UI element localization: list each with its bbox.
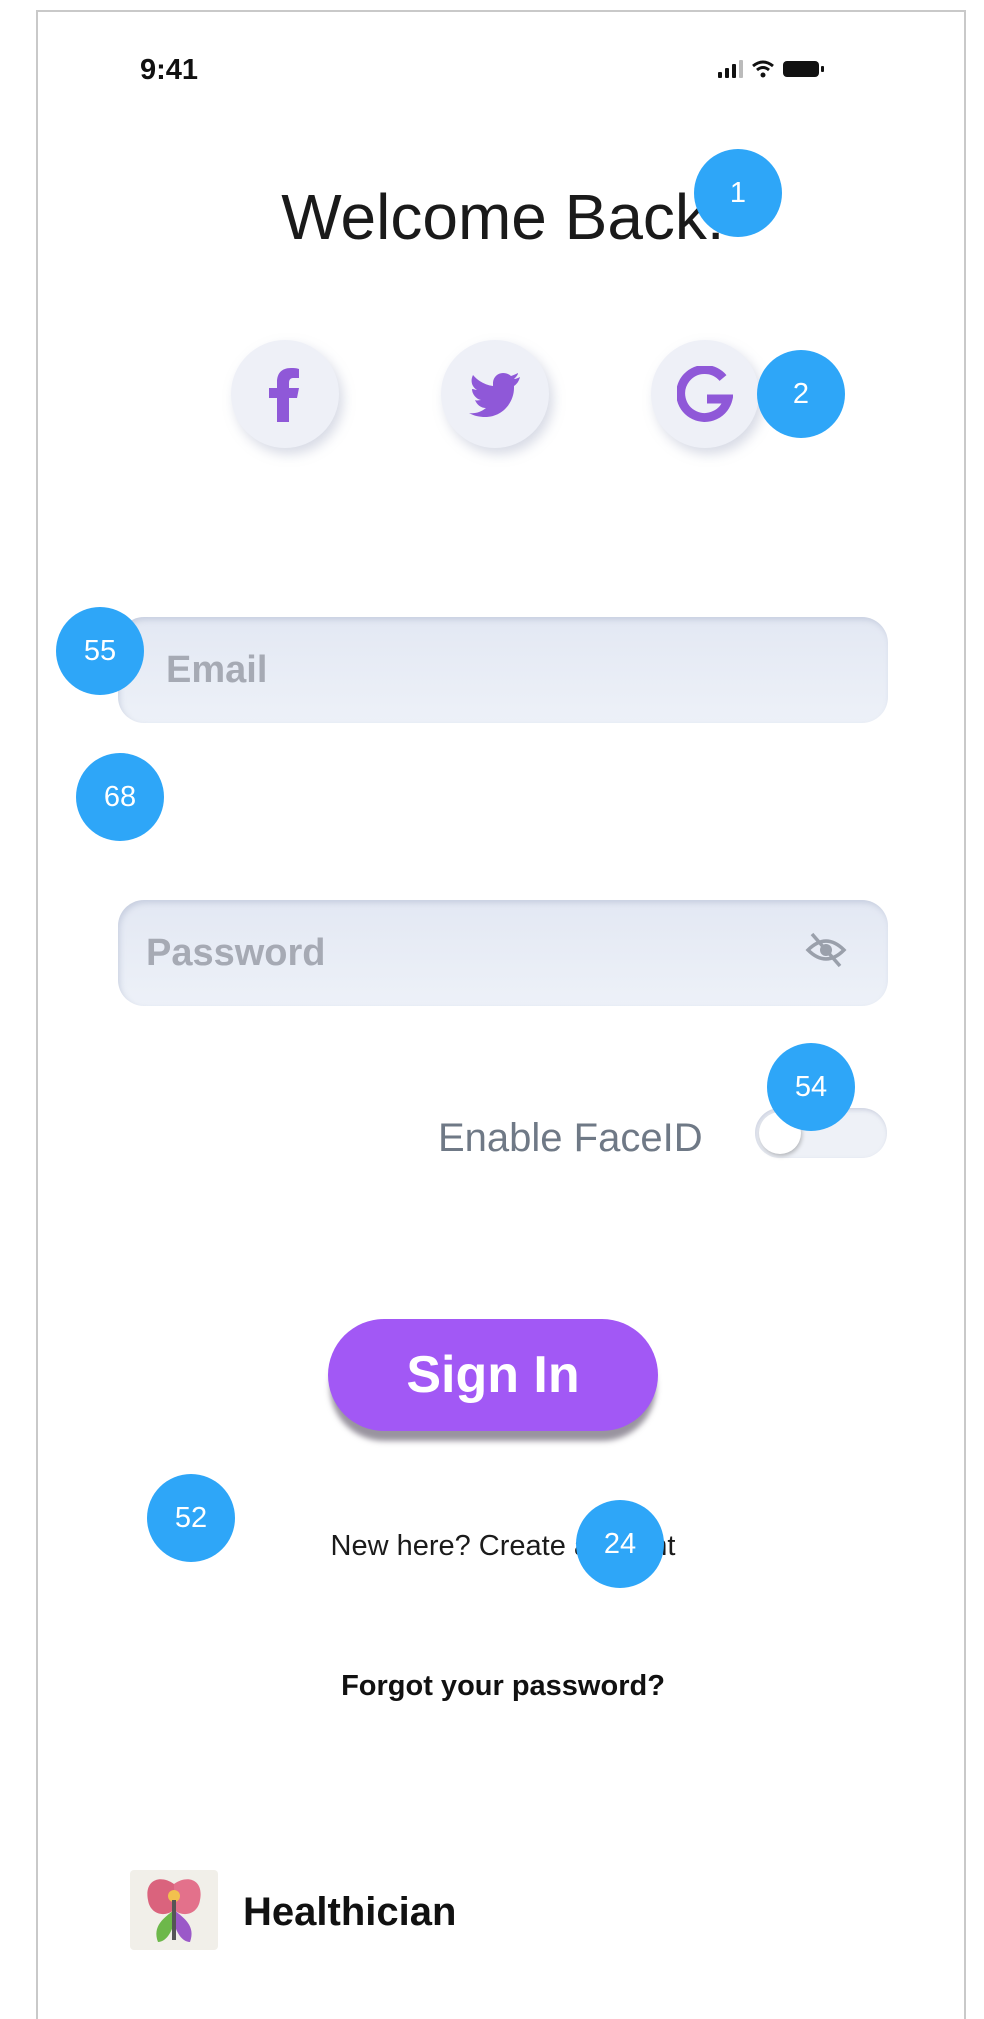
wifi-icon bbox=[752, 60, 774, 78]
annotation-badge: 1 bbox=[694, 149, 782, 237]
annotation-badge: 2 bbox=[757, 350, 845, 438]
page-title: Welcome Back! bbox=[281, 181, 725, 253]
eye-off-icon[interactable] bbox=[804, 930, 848, 970]
status-icons bbox=[718, 60, 824, 78]
signal-icon bbox=[718, 60, 743, 78]
facebook-icon bbox=[269, 368, 299, 422]
password-field[interactable] bbox=[118, 900, 888, 1006]
password-input[interactable] bbox=[118, 900, 888, 1006]
annotation-badge: 68 bbox=[76, 753, 164, 841]
healthician-logo bbox=[130, 1870, 218, 1950]
annotation-badge: 24 bbox=[576, 1500, 664, 1588]
phone-screen: 9:41 Welcome Back! Email Enable FaceID S… bbox=[36, 10, 966, 2019]
annotation-badge: 54 bbox=[767, 1043, 855, 1131]
google-icon bbox=[677, 366, 733, 422]
battery-icon bbox=[783, 61, 824, 77]
faceid-label: Enable FaceID bbox=[438, 1116, 703, 1160]
twitter-icon bbox=[469, 373, 520, 417]
status-time: 9:41 bbox=[140, 54, 199, 86]
annotation-badge: 52 bbox=[147, 1474, 235, 1562]
email-field[interactable] bbox=[118, 617, 888, 723]
forgot-password-link[interactable]: Forgot your password? bbox=[38, 1670, 968, 1703]
twitter-login-button[interactable] bbox=[441, 340, 549, 448]
sign-in-button[interactable]: Sign In bbox=[328, 1319, 658, 1431]
brand-name: Healthician bbox=[243, 1890, 457, 1934]
annotation-badge: 55 bbox=[56, 607, 144, 695]
google-login-button[interactable] bbox=[651, 340, 759, 448]
facebook-login-button[interactable] bbox=[231, 340, 339, 448]
email-input[interactable] bbox=[118, 617, 888, 723]
